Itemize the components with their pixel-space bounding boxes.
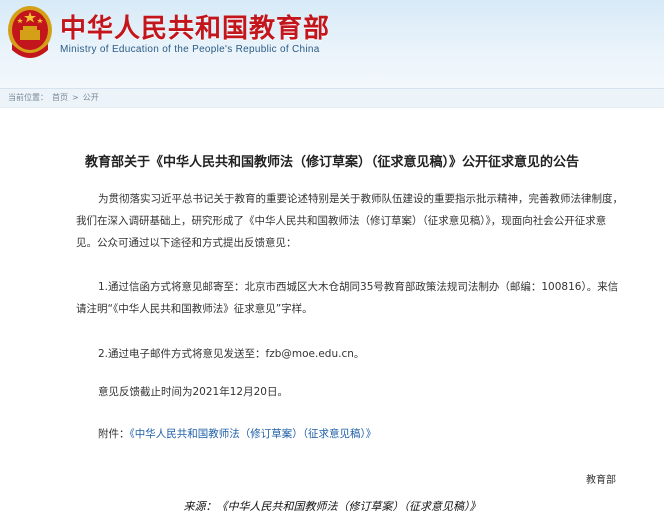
site-title[interactable]: 中华人民共和国教育部 xyxy=(60,8,330,45)
article-paragraph-email: 2.通过电子邮件方式将意见发送至：fzb@moe.edu.cn。 xyxy=(98,348,365,360)
article-attachment: 附件：《中华人民共和国教师法（修订草案）（征求意见稿）》 xyxy=(76,423,624,445)
article-paragraph-deadline: 意见反馈截止时间为2021年12月20日。 xyxy=(98,386,288,398)
article-title: 教育部关于《中华人民共和国教师法（修订草案）（征求意见稿）》公开征求意见的公告 xyxy=(84,155,579,170)
article-paragraph-mail: 1.通过信函方式将意见邮寄至：北京市西城区大木仓胡同35号教育部政策法规司法制办… xyxy=(76,281,619,315)
attachment-link[interactable]: 《中华人民共和国教师法（修订草案）（征求意见稿）》 xyxy=(130,428,377,440)
site-subtitle: Ministry of Education of the People's Re… xyxy=(60,44,320,55)
site-header: 中华人民共和国教育部 Ministry of Education of the … xyxy=(0,0,664,88)
breadcrumb-separator: > xyxy=(72,93,79,102)
article-signature: 教育部 xyxy=(586,475,616,486)
breadcrumb-prefix: 当前位置： xyxy=(8,93,48,102)
attachment-label: 附件： xyxy=(98,428,130,440)
article-paragraph-intro: 为贯彻落实习近平总书记关于教育的重要论述特别是关于教师队伍建设的重要指示批示精神… xyxy=(76,193,623,249)
breadcrumb-current-link[interactable]: 公开 xyxy=(83,92,99,103)
breadcrumb-bar: 当前位置： 首页 > 公开 xyxy=(0,88,664,107)
breadcrumb-home-link[interactable]: 首页 xyxy=(52,92,68,103)
article-container: 教育部关于《中华人民共和国教师法（修订草案）（征求意见稿）》公开征求意见的公告 … xyxy=(0,107,664,493)
national-emblem-icon[interactable] xyxy=(6,4,54,64)
image-caption: 来源：《中华人民共和国教师法（修订草案）（征求意见稿）》 xyxy=(183,500,481,513)
breadcrumb: 当前位置： 首页 > 公开 xyxy=(8,92,99,103)
